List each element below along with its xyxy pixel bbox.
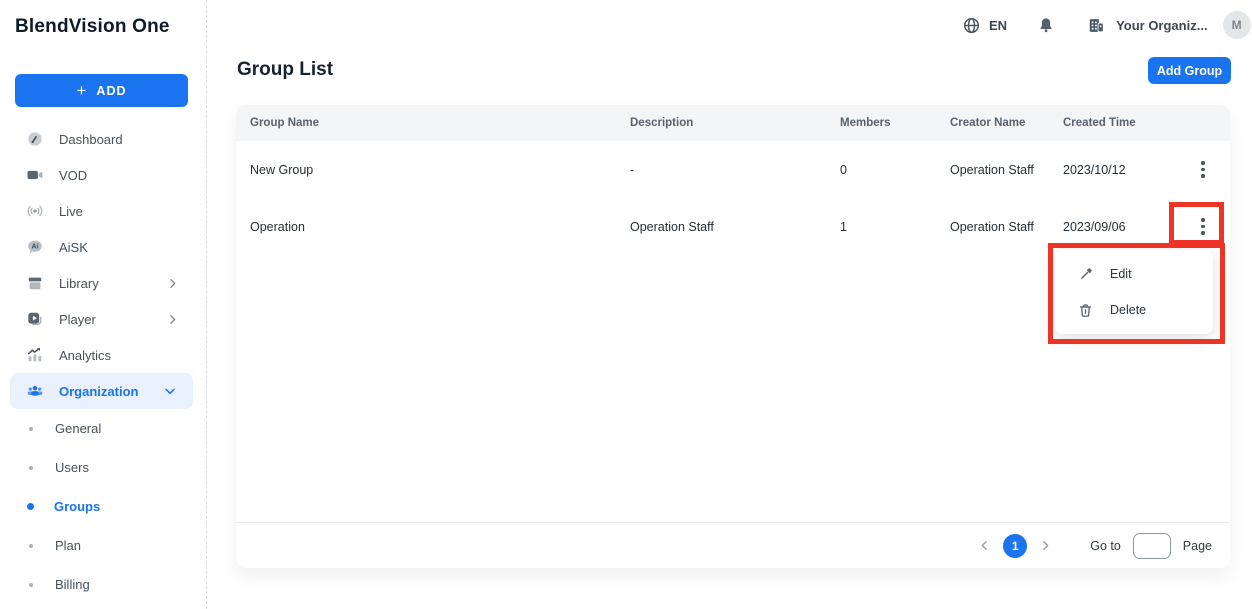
next-page-button[interactable] — [1035, 535, 1056, 556]
plus-icon: + — [76, 82, 87, 99]
sidebar-item-label: General — [55, 421, 101, 436]
cell-creator-name: Operation Staff — [950, 220, 1063, 234]
chevron-right-icon — [166, 313, 179, 326]
sidebar-item-billing[interactable]: Billing — [0, 565, 207, 604]
sidebar-item-plan[interactable]: Plan — [0, 526, 207, 565]
group-list-card: Group Name Description Members Creator N… — [236, 105, 1230, 568]
language-label: EN — [989, 18, 1007, 33]
column-header-creator-name: Creator Name — [950, 117, 1063, 129]
bell-icon — [1037, 15, 1055, 35]
sidebar-item-label: Live — [59, 204, 83, 219]
sidebar-item-label: Billing — [55, 577, 90, 592]
player-icon — [25, 309, 45, 329]
column-header-description: Description — [630, 117, 840, 129]
trash-icon — [1077, 302, 1094, 319]
sidebar-item-label: AiSK — [59, 240, 88, 255]
chevron-right-icon — [1039, 539, 1052, 552]
people-icon — [25, 381, 45, 401]
bullet-icon — [27, 503, 34, 510]
column-header-created-time: Created Time — [1063, 117, 1182, 129]
cell-creator-name: Operation Staff — [950, 163, 1063, 177]
sidebar-item-label: Users — [55, 460, 89, 475]
sidebar-item-library[interactable]: Library — [0, 265, 207, 301]
column-header-group-name: Group Name — [250, 117, 630, 129]
sidebar-item-label: Analytics — [59, 348, 111, 363]
library-box-icon — [25, 273, 45, 293]
sidebar-item-live[interactable]: Live — [0, 193, 207, 229]
avatar[interactable]: M — [1223, 11, 1251, 39]
chevron-left-icon — [978, 539, 991, 552]
add-button[interactable]: + ADD — [15, 74, 188, 107]
goto-label: Go to — [1090, 539, 1121, 553]
page-label: Page — [1183, 539, 1212, 553]
cell-group-name: Operation — [250, 220, 630, 234]
row-actions-kebab-icon[interactable] — [1190, 157, 1216, 183]
sidebar-item-organization[interactable]: Organization — [10, 373, 193, 409]
bullet-icon — [29, 583, 33, 587]
sidebar-item-aisk[interactable]: Ai AiSK — [0, 229, 207, 265]
analytics-icon — [25, 345, 45, 365]
sidebar-item-analytics[interactable]: Analytics — [0, 337, 207, 373]
add-group-button[interactable]: Add Group — [1148, 57, 1231, 84]
pencil-icon — [1077, 266, 1094, 283]
table-row: New Group - 0 Operation Staff 2023/10/12 — [236, 141, 1230, 198]
cell-created-time: 2023/09/06 — [1063, 220, 1182, 234]
sidebar-item-label: Player — [59, 312, 96, 327]
bullet-icon — [29, 466, 33, 470]
page-title: Group List — [237, 59, 333, 81]
table-row: Operation Operation Staff 1 Operation St… — [236, 198, 1230, 255]
sidebar-item-label: Dashboard — [59, 132, 123, 147]
cell-group-name: New Group — [250, 163, 630, 177]
building-icon — [1087, 16, 1106, 35]
cell-members: 0 — [840, 163, 950, 177]
sidebar-item-vod[interactable]: VOD — [0, 157, 207, 193]
pagination-bar: 1 Go to Page — [236, 522, 1230, 568]
previous-page-button[interactable] — [974, 535, 995, 556]
cell-created-time: 2023/10/12 — [1063, 163, 1182, 177]
bullet-icon — [29, 427, 33, 431]
column-header-members: Members — [840, 117, 950, 129]
cell-members: 1 — [840, 220, 950, 234]
page-number-button[interactable]: 1 — [1003, 534, 1027, 558]
menu-item-edit[interactable]: Edit — [1055, 256, 1213, 292]
sidebar-item-player[interactable]: Player — [0, 301, 207, 337]
globe-icon — [962, 16, 981, 35]
sidebar-item-groups[interactable]: Groups — [0, 487, 207, 526]
row-actions-kebab-icon[interactable] — [1190, 214, 1216, 240]
organization-name: Your Organiz... — [1116, 18, 1208, 33]
table-header-row: Group Name Description Members Creator N… — [236, 105, 1230, 141]
sidebar-item-label: Organization — [59, 384, 138, 399]
chevron-right-icon — [166, 277, 179, 290]
notifications-button[interactable] — [1037, 15, 1055, 35]
sidebar-item-users[interactable]: Users — [0, 448, 207, 487]
sidebar-item-label: Library — [59, 276, 99, 291]
menu-item-label: Delete — [1110, 303, 1146, 317]
organization-switcher[interactable]: Your Organiz... — [1087, 16, 1208, 35]
menu-item-label: Edit — [1110, 267, 1132, 281]
language-selector[interactable]: EN — [962, 16, 1007, 35]
brand-logo: BlendVision One — [15, 16, 170, 38]
cell-description: Operation Staff — [630, 220, 840, 234]
cell-description: - — [630, 163, 840, 177]
sidebar-item-dashboard[interactable]: Dashboard — [0, 121, 207, 157]
svg-text:Ai: Ai — [31, 243, 38, 251]
broadcast-icon — [25, 201, 45, 221]
row-context-menu: Edit Delete — [1055, 250, 1213, 334]
app-window: BlendVision One + ADD Dashboard VOD — [0, 0, 1252, 609]
gauge-icon — [25, 129, 45, 149]
chevron-down-icon — [163, 384, 177, 398]
ai-chat-bubble-icon: Ai — [25, 237, 45, 257]
video-camera-icon — [25, 165, 45, 185]
topbar: EN Your Organiz... M — [962, 8, 1251, 42]
sidebar-item-general[interactable]: General — [0, 409, 207, 448]
sidebar: BlendVision One + ADD Dashboard VOD — [0, 0, 207, 609]
sidebar-item-label: Plan — [55, 538, 81, 553]
sidebar-nav: Dashboard VOD Live Ai — [0, 121, 207, 604]
sidebar-item-label: VOD — [59, 168, 87, 183]
goto-page-input[interactable] — [1133, 533, 1171, 559]
sidebar-item-label: Groups — [54, 499, 100, 514]
bullet-icon — [29, 544, 33, 548]
add-button-label: ADD — [96, 84, 126, 98]
menu-item-delete[interactable]: Delete — [1055, 292, 1213, 328]
